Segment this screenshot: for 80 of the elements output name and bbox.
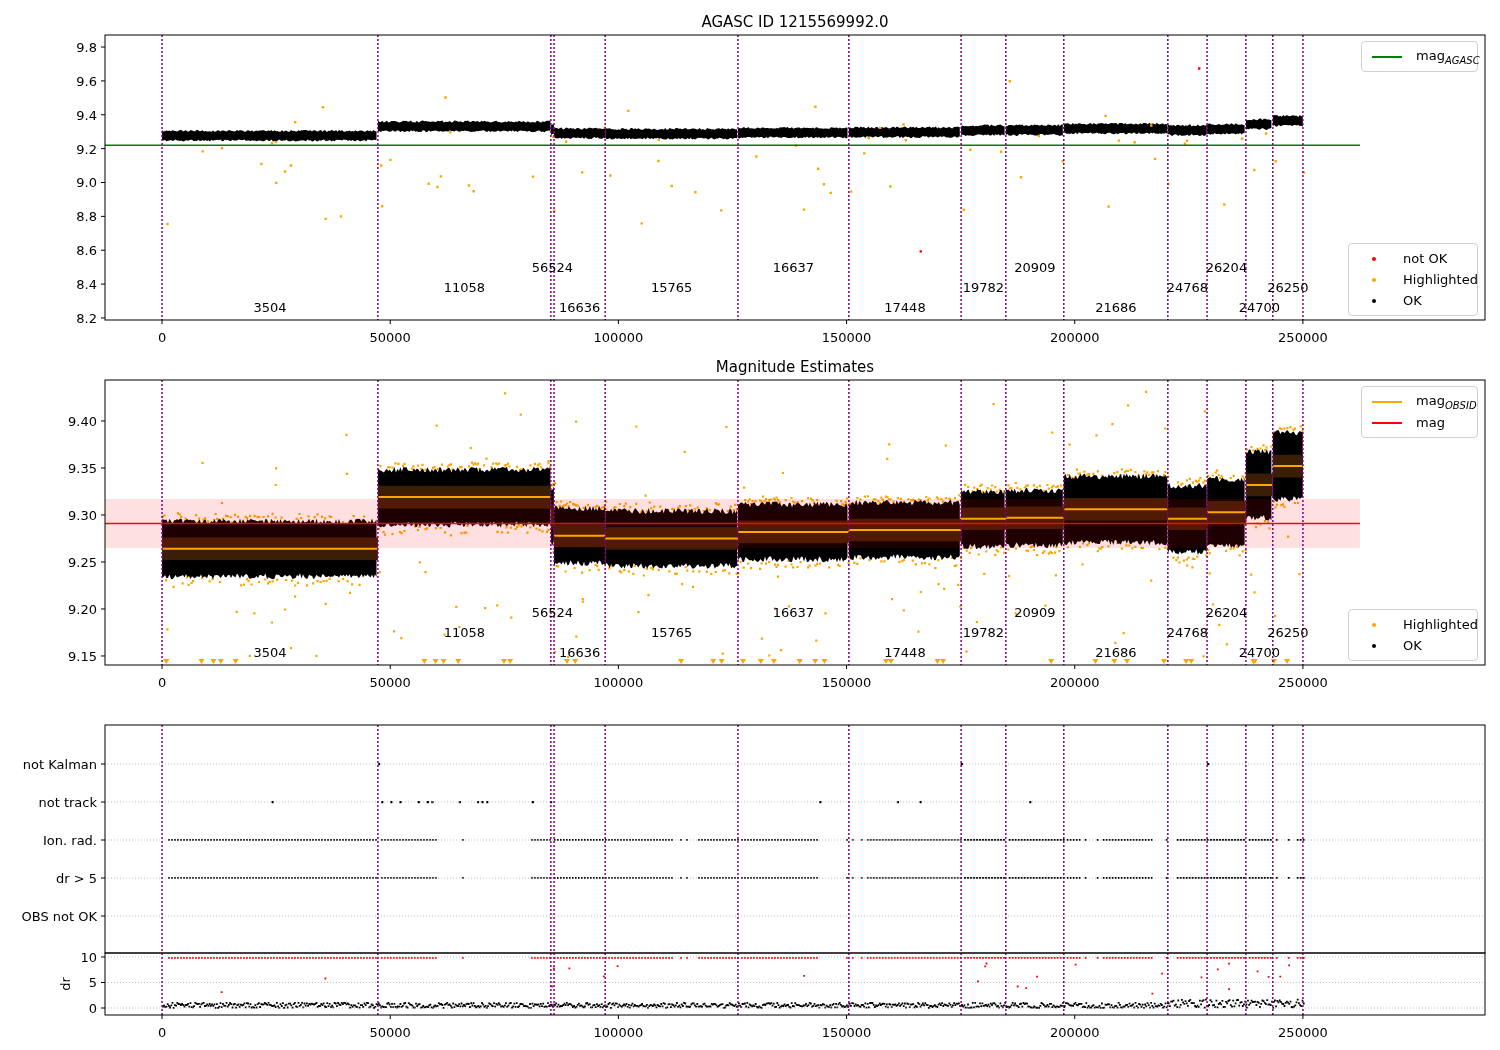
- obsid-label: 20909: [1014, 260, 1056, 275]
- axis-tick-label: 250000: [1278, 675, 1328, 690]
- obsid-label: 19782: [962, 625, 1005, 640]
- obsid-label: 11058: [443, 280, 486, 295]
- obsid-label: 11058: [443, 625, 486, 640]
- axis-tick-label: 9.8: [76, 40, 97, 55]
- axis-tick-label: 0: [157, 1025, 167, 1040]
- legend-label: mag$_{AGASC}$: [1416, 47, 1480, 66]
- obsid-label: 26250: [1267, 280, 1309, 295]
- obsid-label: 20909: [1014, 605, 1056, 620]
- obsid-label: 15765: [650, 280, 693, 295]
- chart-title: Magnitude Estimates: [715, 358, 875, 376]
- obsid-label: 26204: [1205, 605, 1248, 620]
- axis-label: dr: [58, 977, 73, 991]
- obsid-label: 24700: [1238, 300, 1280, 315]
- legend-label: not OK: [1403, 251, 1448, 266]
- obsid-label: 56524: [531, 605, 574, 620]
- axis-tick-label: 100000: [593, 330, 644, 345]
- legend-label: Highlighted: [1403, 272, 1478, 287]
- obsid-label: 16636: [558, 300, 601, 315]
- obsid-label: 24768: [1166, 280, 1209, 295]
- axis-tick-label: 8.8: [76, 209, 97, 225]
- axis-tick-label: 9.2: [76, 141, 97, 157]
- obsid-label: 24700: [1238, 645, 1280, 660]
- obsid-label: 21686: [1095, 300, 1137, 315]
- axis-tick-label: 0: [157, 675, 167, 690]
- axis-tick-label: 100000: [593, 1025, 644, 1040]
- legend-label: OK: [1403, 293, 1422, 308]
- axis-tick-label: 9.6: [76, 73, 97, 89]
- obsid-label: 3504: [253, 300, 287, 315]
- obsid-label: 3504: [253, 645, 287, 660]
- axis-tick-label: 0: [88, 1001, 97, 1016]
- axis-tick-label: 9.40: [68, 414, 97, 429]
- obsid-label: 17448: [884, 645, 926, 660]
- axis-tick-label: 8.2: [76, 310, 97, 326]
- axis-tick-label: 0: [157, 330, 167, 345]
- axis-tick-label: 150000: [821, 330, 872, 345]
- axis-tick-label: not track: [38, 795, 97, 810]
- axis-tick-label: 8.6: [76, 243, 97, 259]
- obsid-label: 17448: [884, 300, 926, 315]
- axis-tick-label: 8.4: [76, 277, 97, 293]
- axis-tick-label: 150000: [821, 675, 872, 690]
- axis-tick-label: 150000: [821, 1025, 872, 1040]
- axis-tick-label: 250000: [1278, 330, 1328, 345]
- legend-label: Highlighted: [1403, 617, 1478, 632]
- obsid-label: 24768: [1166, 625, 1209, 640]
- axis-tick-label: OBS not OK: [21, 909, 97, 924]
- axis-tick-label: not Kalman: [22, 757, 97, 772]
- axis-tick-label: Ion. rad.: [43, 833, 97, 848]
- axis-tick-label: 9.15: [68, 649, 97, 664]
- axis-tick-label: 200000: [1049, 1025, 1100, 1040]
- axis-tick-label: dr > 5: [55, 871, 97, 886]
- obsid-label: 21686: [1095, 645, 1137, 660]
- axis-tick-label: 50000: [369, 675, 411, 690]
- axis-tick-label: 9.35: [68, 461, 97, 476]
- legend-label: mag$_{OBSID}$: [1416, 392, 1477, 411]
- axis-tick-label: 50000: [369, 330, 411, 345]
- obsid-label: 16636: [558, 645, 601, 660]
- axis-tick-label: 9.0: [76, 175, 97, 191]
- axis-tick-label: 10: [80, 950, 97, 965]
- obsid-label: 16637: [772, 260, 815, 275]
- axis-tick-label: 9.30: [68, 508, 97, 523]
- obsid-label: 56524: [531, 260, 574, 275]
- axis-tick-label: 9.25: [68, 555, 97, 570]
- chart-title: AGASC ID 1215569992.0: [701, 13, 889, 31]
- axis-tick-label: 250000: [1278, 1025, 1328, 1040]
- obsid-label: 19782: [962, 280, 1005, 295]
- axis-tick-label: 5: [88, 975, 97, 991]
- axis-tick-label: 200000: [1049, 675, 1100, 690]
- obsid-label: 26250: [1267, 625, 1309, 640]
- axis-tick-label: 100000: [593, 675, 644, 690]
- axis-tick-label: 50000: [369, 1025, 411, 1040]
- obsid-label: 15765: [650, 625, 693, 640]
- legend-label: OK: [1403, 638, 1422, 653]
- obsid-label: 16637: [772, 605, 815, 620]
- legend-label: mag: [1416, 415, 1445, 430]
- axis-tick-label: 9.4: [76, 107, 97, 123]
- obsid-label: 26204: [1205, 260, 1248, 275]
- axis-tick-label: 200000: [1049, 330, 1100, 345]
- axis-tick-label: 9.20: [68, 602, 97, 617]
